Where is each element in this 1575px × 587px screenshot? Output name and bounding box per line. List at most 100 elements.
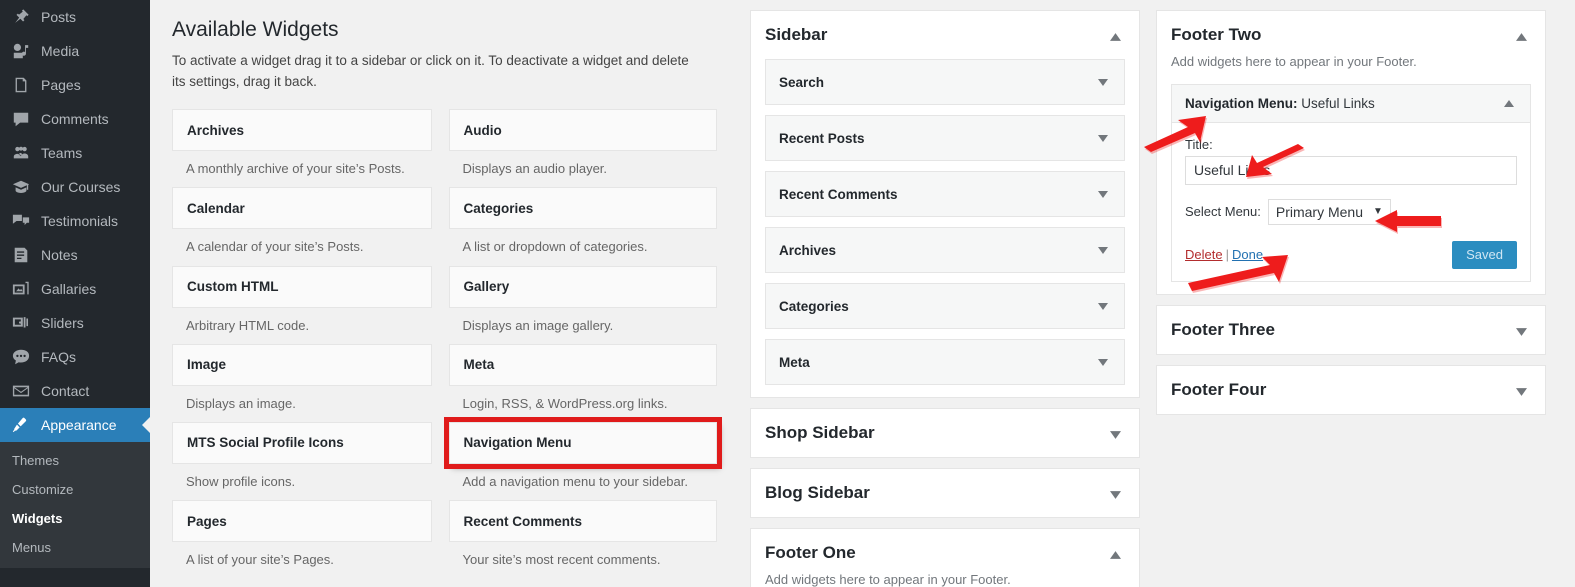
submenu-item-widgets[interactable]: Widgets [0, 505, 150, 534]
sidebar-panel-subtitle: Add widgets here to appear in your Foote… [765, 572, 1011, 587]
assigned-widget-header[interactable]: Categories [766, 284, 1124, 328]
collapse-arrow-icon[interactable] [1105, 27, 1125, 47]
assigned-widget-header[interactable]: Archives [766, 228, 1124, 272]
link-separator: | [1225, 247, 1229, 263]
sidebar-item-faqs[interactable]: FAQs [0, 340, 150, 374]
assigned-widget-meta[interactable]: Meta [765, 339, 1125, 385]
assigned-widget-search[interactable]: Search [765, 59, 1125, 105]
widget-card-meta[interactable]: Meta [448, 343, 717, 386]
sidebar-item-label: Gallaries [41, 281, 97, 297]
expand-arrow-icon[interactable] [1105, 485, 1125, 505]
widget-card-audio[interactable]: Audio [448, 109, 717, 152]
sidebar-item-our-courses[interactable]: Our Courses [0, 170, 150, 204]
assigned-widget-categories[interactable]: Categories [765, 283, 1125, 329]
available-widgets-heading: Available Widgets [172, 18, 339, 41]
widgets-body: Available Widgets To activate a widget d… [150, 0, 1575, 587]
assigned-widget-archives[interactable]: Archives [765, 227, 1125, 273]
submenu-item-menus[interactable]: Menus [0, 534, 150, 563]
sidebar-panel-header[interactable]: Blog Sidebar [751, 469, 1139, 517]
sidebar-item-appearance[interactable]: Appearance [0, 408, 150, 442]
widget-card-archives[interactable]: Archives [172, 109, 432, 152]
assigned-widget-header[interactable]: Search [766, 60, 1124, 104]
assigned-widget-header[interactable]: Recent Comments [766, 172, 1124, 216]
media-icon [10, 41, 32, 61]
expand-arrow-icon[interactable] [1095, 298, 1111, 314]
widget-card-navigation-menu[interactable]: Navigation Menu [443, 416, 722, 469]
sidebar-item-gallaries[interactable]: Gallaries [0, 272, 150, 306]
available-widget-cell: Meta Login, RSS, & WordPress.org links. [445, 343, 717, 422]
delete-link[interactable]: Delete [1185, 247, 1223, 262]
assigned-widget-recent-posts[interactable]: Recent Posts [765, 115, 1125, 161]
widget-card-recent-comments[interactable]: Recent Comments [448, 500, 717, 543]
sidebar-panel-header[interactable]: Footer One Add widgets here to appear in … [751, 529, 1139, 587]
assigned-widget-recent-comments[interactable]: Recent Comments [765, 171, 1125, 217]
expand-arrow-icon[interactable] [1095, 74, 1111, 90]
gallery-icon [10, 279, 32, 299]
done-link[interactable]: Done [1232, 247, 1263, 262]
navigation-menu-widget-header[interactable]: Navigation Menu: Useful Links [1172, 84, 1530, 123]
sidebar-item-media[interactable]: Media [0, 34, 150, 68]
notes-icon [10, 245, 32, 265]
sidebar-panel-header[interactable]: Shop Sidebar [751, 409, 1139, 457]
available-widget-cell: Categories A list or dropdown of categori… [445, 187, 717, 265]
assigned-widget-title: Search [779, 74, 825, 90]
widget-card-gallery[interactable]: Gallery [448, 265, 717, 308]
widget-card-description: Your site’s most recent comments. [462, 552, 661, 568]
available-widget-cell: Image Displays an image. [172, 343, 445, 422]
widget-card-pages[interactable]: Pages [172, 500, 432, 543]
widget-card-mts-social-profile-icons[interactable]: MTS Social Profile Icons [172, 421, 432, 464]
footer-two-header[interactable]: Footer Two Add widgets here to appear in… [1157, 11, 1545, 84]
widget-card-description: Displays an audio player. [462, 161, 608, 177]
sidebar-item-sliders[interactable]: Sliders [0, 306, 150, 340]
footer-two-subtitle: Add widgets here to appear in your Foote… [1171, 54, 1417, 70]
sidebar-item-posts[interactable]: Posts [0, 0, 150, 34]
select-menu-dropdown[interactable]: Primary Menu ▼ [1267, 198, 1391, 225]
expand-arrow-icon[interactable] [1511, 322, 1531, 342]
footer-two-title: Footer Two [1171, 25, 1262, 44]
widget-card-description: A monthly archive of your site’s Posts. [186, 161, 405, 177]
sidebar-panel-header[interactable]: Sidebar [751, 11, 1139, 59]
groups-icon [10, 143, 32, 163]
sidebar-item-label: Teams [41, 145, 83, 161]
save-button[interactable]: Saved [1452, 240, 1517, 270]
expand-arrow-icon[interactable] [1095, 130, 1111, 146]
admin-sidebar: Posts Media Pages Comments Teams Our Courses T… [0, 0, 150, 587]
widget-card-image[interactable]: Image [172, 343, 432, 386]
sidebar-item-testimonials[interactable]: Testimonials [0, 204, 150, 238]
sidebar-item-pages[interactable]: Pages [0, 68, 150, 102]
sidebar-item-notes[interactable]: Notes [0, 238, 150, 272]
submenu-item-themes[interactable]: Themes [0, 447, 150, 476]
sidebar-item-comments[interactable]: Comments [0, 102, 150, 136]
expand-arrow-icon[interactable] [1095, 354, 1111, 370]
submenu-item-customize[interactable]: Customize [0, 476, 150, 505]
sidebar-panel-header[interactable]: Footer Three [1157, 306, 1545, 354]
sidebar-panel-header[interactable]: Footer Four [1157, 366, 1545, 414]
widget-card-description: Displays an image. [186, 395, 296, 411]
available-widget-cell: Calendar A calendar of your site’s Posts. [172, 187, 445, 265]
expand-arrow-icon[interactable] [1105, 425, 1125, 445]
widget-card-calendar[interactable]: Calendar [172, 187, 432, 230]
footer-two-body: Navigation Menu: Useful Links Title: Sel… [1157, 83, 1545, 295]
graduation-cap-icon [10, 177, 32, 197]
collapse-arrow-icon[interactable] [1105, 545, 1125, 565]
assigned-widget-header[interactable]: Recent Posts [766, 116, 1124, 160]
collapse-arrow-icon[interactable] [1501, 95, 1517, 111]
sidebar-panel-footer-three: Footer Three [1156, 305, 1546, 356]
select-menu-value: Primary Menu [1275, 203, 1364, 220]
widgets-admin-screen: Posts Media Pages Comments Teams Our Courses T… [0, 0, 1575, 587]
widget-card-description: Add a navigation menu to your sidebar. [462, 473, 688, 489]
widget-card-custom-html[interactable]: Custom HTML [172, 265, 432, 308]
title-input[interactable] [1185, 155, 1517, 185]
collapse-arrow-icon[interactable] [1511, 27, 1531, 47]
sidebar-item-teams[interactable]: Teams [0, 136, 150, 170]
widget-card-title: Calendar [187, 200, 245, 216]
expand-arrow-icon[interactable] [1511, 382, 1531, 402]
expand-arrow-icon[interactable] [1095, 186, 1111, 202]
widget-card-categories[interactable]: Categories [448, 187, 717, 230]
sidebar-item-contact[interactable]: Contact [0, 374, 150, 408]
assigned-widget-title: Recent Comments [779, 186, 898, 202]
assigned-widget-header[interactable]: Meta [766, 340, 1124, 384]
expand-arrow-icon[interactable] [1095, 242, 1111, 258]
appearance-submenu: Themes Customize Widgets Menus [0, 442, 150, 569]
sidebar-item-label: Comments [41, 111, 109, 127]
